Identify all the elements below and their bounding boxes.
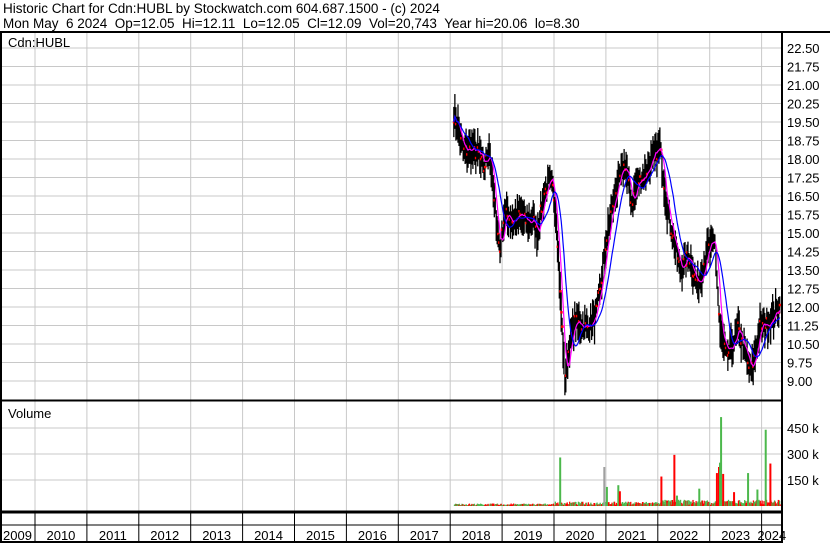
volume-bar	[747, 473, 750, 506]
volume-bar	[618, 491, 621, 506]
price-tick-label: 11.25	[787, 319, 819, 334]
year-label: 2009	[3, 528, 32, 543]
year-label: 2024	[757, 528, 786, 543]
price-tick	[738, 327, 741, 330]
price-tick-label: 9.00	[787, 374, 812, 389]
volume-bar	[559, 457, 562, 506]
chart-window: Historic Chart for Cdn:HUBL by Stockwatc…	[0, 0, 830, 543]
grid	[0, 32, 782, 512]
volume-bar	[660, 476, 663, 506]
year-label: 2021	[617, 528, 646, 543]
year-label: 2012	[150, 528, 179, 543]
price-tick-label: 13.50	[787, 263, 820, 278]
price-tick-label: 12.75	[787, 282, 820, 297]
year-label: 2015	[306, 528, 335, 543]
volume-bar	[698, 488, 701, 506]
price-axis: 22.50 21.75 21.00 20.25 19.50 18.75 18.00 17.25…	[787, 41, 820, 389]
year-label: 2017	[410, 528, 439, 543]
volume-bar	[605, 486, 608, 506]
price-tick	[561, 325, 564, 328]
volume-tick-label: 450 k	[787, 421, 819, 436]
price-tick-label: 19.50	[787, 115, 820, 130]
chart-canvas: Cdn:HUBL Volume 22.50 21.75 21.00 20.25 19.5…	[0, 31, 830, 543]
volume-bar	[720, 417, 723, 506]
year-label: 2023	[721, 528, 750, 543]
year-label: 2022	[669, 528, 698, 543]
price-tick	[559, 290, 562, 293]
volume-bar	[769, 463, 772, 506]
year-label: 2013	[202, 528, 231, 543]
price-tick-label: 10.50	[787, 337, 820, 352]
price-tick-label: 16.50	[787, 189, 820, 204]
year-label: 2020	[565, 528, 594, 543]
volume-bar	[715, 473, 718, 506]
volume-tick-label: 300 k	[787, 447, 819, 462]
year-label: 2016	[358, 528, 387, 543]
volume-bar	[603, 467, 606, 506]
ticker-label: Cdn:HUBL	[8, 35, 70, 50]
price-tick-label: 12.00	[787, 300, 820, 315]
volume-bar	[756, 489, 759, 506]
volume-label: Volume	[8, 406, 51, 421]
year-label: 2014	[254, 528, 283, 543]
price-tick-label: 9.75	[787, 356, 812, 371]
year-label: 2010	[46, 528, 75, 543]
price-tick	[560, 311, 563, 314]
volume-bars	[453, 417, 781, 506]
price-tick	[483, 165, 487, 169]
price-tick-label: 21.00	[787, 78, 820, 93]
price-tick	[778, 303, 782, 307]
volume-axis: 450 k 300 k 150 k	[787, 421, 819, 488]
chart-frame	[0, 31, 830, 543]
volume-tick-label: 150 k	[787, 473, 819, 488]
year-axis: 2009 2010 2011 2012 2013 2014 2015 2016 2017 2018…	[3, 512, 786, 543]
volume-bar	[733, 492, 736, 506]
price-tick-label: 21.75	[787, 60, 820, 75]
volume-bar	[779, 504, 781, 506]
volume-bar	[764, 429, 767, 506]
volume-bar	[673, 454, 676, 506]
price-tick-label: 18.75	[787, 134, 820, 149]
volume-bar	[675, 495, 678, 506]
price-tick-label: 15.75	[787, 208, 820, 223]
year-label: 2018	[462, 528, 491, 543]
price-tick-label: 18.00	[787, 152, 820, 167]
price-tick-label: 20.25	[787, 97, 820, 112]
price-tick-label: 15.00	[787, 226, 820, 241]
price-tick-label: 22.50	[787, 41, 820, 56]
price-tick-label: 17.25	[787, 171, 820, 186]
price-tick	[638, 175, 642, 178]
year-label: 2019	[514, 528, 543, 543]
price-tick-label: 14.25	[787, 245, 820, 260]
year-label: 2011	[99, 528, 127, 543]
volume-bar	[722, 473, 725, 506]
